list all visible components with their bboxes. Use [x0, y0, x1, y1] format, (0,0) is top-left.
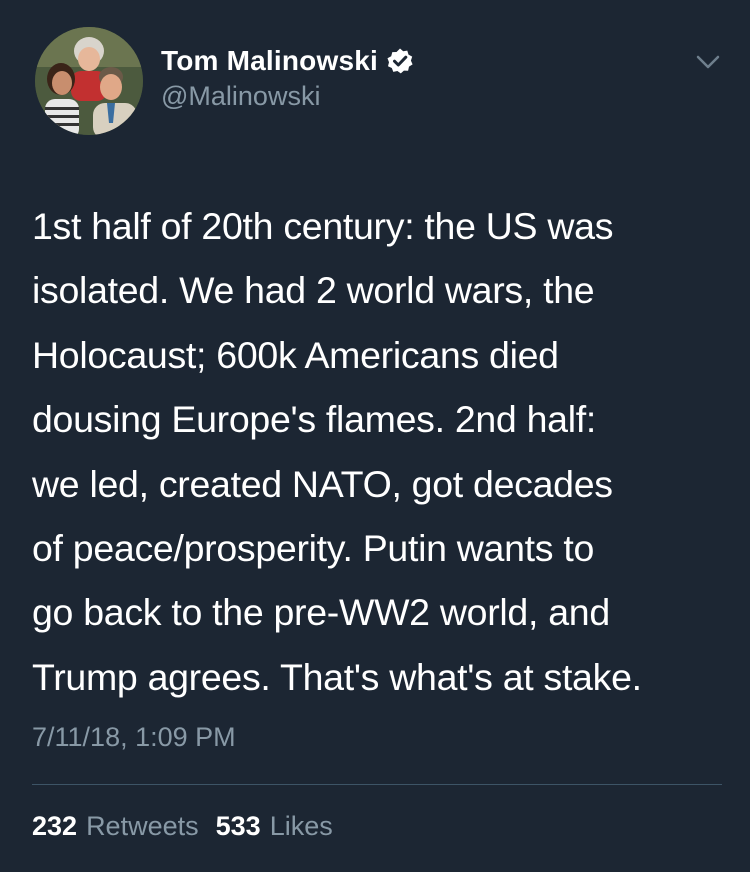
author-name-row[interactable]: Tom Malinowski: [161, 41, 414, 81]
likes-stat[interactable]: 533 Likes: [216, 811, 333, 842]
retweets-stat[interactable]: 232 Retweets: [32, 811, 199, 842]
retweets-count: 232: [32, 811, 78, 841]
tweet-text: 1st half of 20th century: the US was iso…: [32, 205, 642, 698]
timestamp[interactable]: 7/11/18, 1:09 PM: [32, 722, 236, 753]
avatar[interactable]: [35, 27, 143, 135]
verified-badge-icon: [386, 47, 414, 75]
retweets-label: Retweets: [86, 811, 199, 841]
avatar-photo: [35, 27, 143, 135]
likes-count: 533: [215, 811, 261, 841]
chevron-down-icon[interactable]: [692, 50, 724, 74]
divider: [32, 784, 722, 785]
tweet-card: Tom Malinowski @Malinowski 1st half of 2…: [0, 0, 750, 872]
likes-label: Likes: [269, 811, 333, 841]
author-handle[interactable]: @Malinowski: [161, 81, 320, 112]
display-name[interactable]: Tom Malinowski: [161, 45, 378, 77]
tweet-stats: 232 Retweets 533 Likes: [32, 811, 333, 842]
